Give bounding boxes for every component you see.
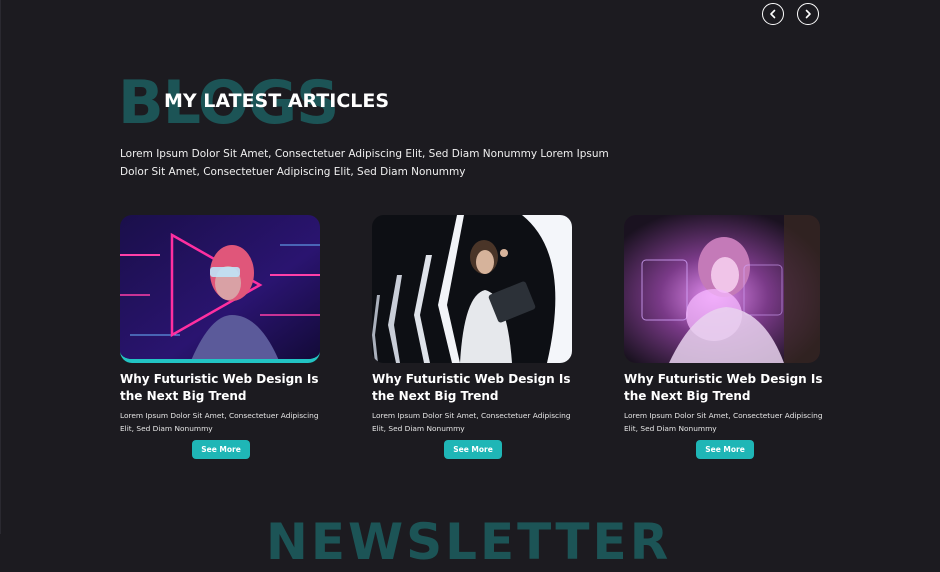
chevron-left-icon <box>770 9 776 19</box>
section-description: Lorem Ipsum Dolor Sit Amet, Consectetuer… <box>120 148 609 178</box>
blog-card-excerpt: Lorem Ipsum Dolor Sit Amet, Consectetuer… <box>372 411 571 433</box>
blog-card: Why Futuristic Web Design Is the Next Bi… <box>120 215 320 459</box>
blog-card-title[interactable]: Why Futuristic Web Design Is the Next Bi… <box>624 371 829 405</box>
blog-card-excerpt: Lorem Ipsum Dolor Sit Amet, Consectetuer… <box>120 411 319 433</box>
prev-slide-button[interactable] <box>762 3 784 25</box>
see-more-button[interactable]: See More <box>696 440 754 459</box>
blog-card-excerpt: Lorem Ipsum Dolor Sit Amet, Consectetuer… <box>624 411 823 433</box>
blog-card-title[interactable]: Why Futuristic Web Design Is the Next Bi… <box>372 371 577 405</box>
next-slide-button[interactable] <box>797 3 819 25</box>
blog-card: Why Futuristic Web Design Is the Next Bi… <box>372 215 572 459</box>
chevron-right-icon <box>805 9 811 19</box>
section-title: MY LATEST ARTICLES <box>164 90 390 112</box>
newsletter-background-title: NEWSLETTER <box>266 513 672 571</box>
blog-card-title[interactable]: Why Futuristic Web Design Is the Next Bi… <box>120 371 325 405</box>
tablet-woman-image <box>372 215 572 363</box>
see-more-button[interactable]: See More <box>192 440 250 459</box>
blog-card-image[interactable] <box>624 215 820 363</box>
neon-portrait-image <box>120 215 320 359</box>
hologram-woman-image <box>624 215 820 363</box>
page-edge <box>0 0 1 534</box>
blog-card-image[interactable] <box>120 215 320 363</box>
see-more-button[interactable]: See More <box>444 440 502 459</box>
blog-card-image[interactable] <box>372 215 572 363</box>
blog-card: Why Futuristic Web Design Is the Next Bi… <box>624 215 824 459</box>
slider-nav <box>762 3 819 25</box>
